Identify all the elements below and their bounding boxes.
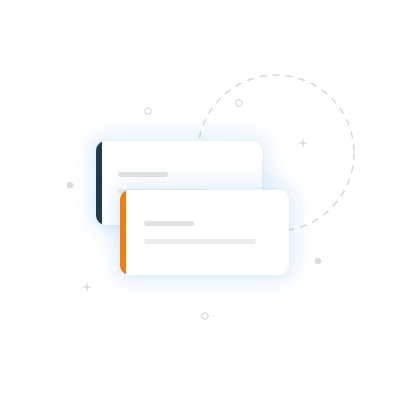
placeholder-text-line [144,239,256,244]
small-ring-icon [201,312,209,320]
front-card [120,190,289,275]
placeholder-title-line [118,172,168,177]
dark-accent-bar [96,141,102,225]
small-ring-icon [144,107,152,115]
plus-sparkle-icon [83,283,91,291]
dot-decoration [66,181,74,189]
plus-sparkle-icon [299,139,307,147]
placeholder-title-line [144,221,194,226]
dot-decoration [314,257,322,265]
orange-accent-bar [120,190,126,275]
small-ring-icon [235,99,243,107]
stacked-cards-illustration [0,0,406,406]
